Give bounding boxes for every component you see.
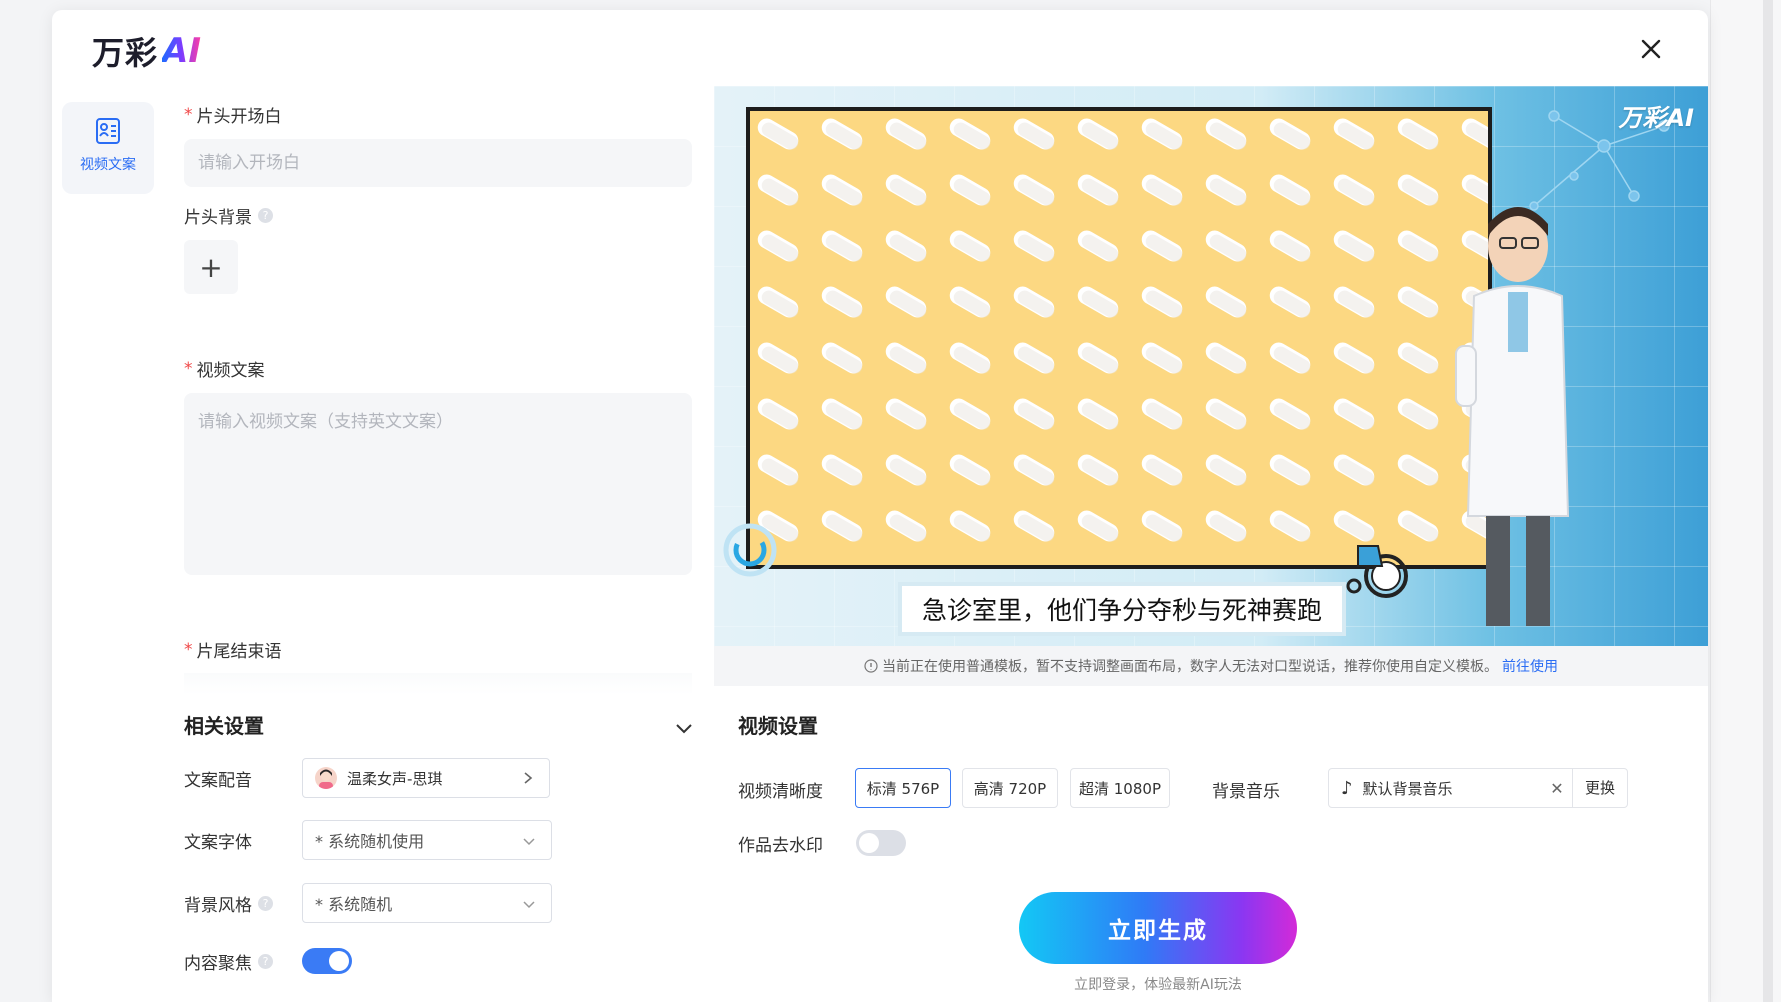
remove-watermark-toggle[interactable] <box>856 830 906 856</box>
font-value: * 系统随机使用 <box>315 832 425 851</box>
change-music-button[interactable]: 更换 <box>1571 768 1627 808</box>
chevron-right-icon <box>524 772 533 784</box>
voice-label: 文案配音 <box>184 770 252 791</box>
related-settings-title: 相关设置 <box>184 714 264 738</box>
help-icon[interactable]: ? <box>258 953 273 969</box>
focus-label-text: 内容聚焦 <box>184 953 252 974</box>
font-select[interactable]: * 系统随机使用 <box>302 820 552 860</box>
music-value: 默认背景音乐 <box>1362 779 1453 798</box>
related-settings: 相关设置 文案配音 温柔女声-思琪 文案字体 * 系统随机使用 背景风格? * … <box>184 710 702 974</box>
bg-style-row: 背景风格? * 系统随机 <box>184 883 552 923</box>
voice-value: 温柔女声-思琪 <box>347 769 443 788</box>
bg-style-label-text: 背景风格 <box>184 895 252 916</box>
script-label: * 视频文案 <box>184 356 692 382</box>
create-video-modal: 万彩 AI 视频文案 * 片头开场白 请输入开场白 片头背景? + * 视频文案 请… <box>52 10 1708 1002</box>
ending-label: * 片尾结束语 <box>184 637 692 663</box>
quality-option-576p[interactable]: 标清 576P <box>855 768 951 808</box>
info-icon <box>864 659 878 673</box>
bg-style-value: * 系统随机 <box>315 895 393 914</box>
quality-row: 视频清晰度 标清 576P 高清 720P 超清 1080P 背景音乐 ♪ 默认… <box>738 768 1698 808</box>
logo-text: 万彩 <box>92 34 159 72</box>
required-mark: * <box>184 358 193 379</box>
chevron-down-icon <box>523 838 535 846</box>
voice-select[interactable]: 温柔女声-思琪 <box>302 758 550 798</box>
close-button[interactable] <box>1634 32 1668 66</box>
content-focus-toggle[interactable] <box>302 948 352 974</box>
help-icon[interactable]: ? <box>258 208 273 223</box>
font-row: 文案字体 * 系统随机使用 <box>184 820 552 860</box>
sidenav-item-video-script[interactable]: 视频文案 <box>62 102 154 194</box>
logo-ai: AI <box>162 31 201 71</box>
doctor-avatar <box>1455 207 1570 626</box>
bg-style-label: 背景风格? <box>184 891 302 916</box>
music-label: 背景音乐 <box>1212 782 1280 802</box>
notice-text: 当前正在使用普通模板，暂不支持调整画面布局，数字人无法对口型说话，推荐你使用自定… <box>882 659 1498 675</box>
script-textarea[interactable]: 请输入视频文案（支持英文文案） <box>184 393 692 575</box>
generate-button[interactable]: 立即生成 <box>1019 892 1297 964</box>
music-note-icon: ♪ <box>1341 777 1353 799</box>
opening-bg-label: 片头背景? <box>184 203 692 228</box>
app-logo: 万彩 AI <box>92 28 201 74</box>
help-icon[interactable]: ? <box>258 895 273 911</box>
close-icon <box>1641 39 1661 59</box>
sidenav-label: 视频文案 <box>80 157 136 173</box>
wheelchair-icon <box>1346 545 1408 598</box>
opening-bg-label-text: 片头背景 <box>184 208 252 228</box>
focus-row: 内容聚焦? <box>184 948 352 974</box>
login-hint[interactable]: 立即登录，体验最新AI玩法 <box>1019 974 1297 994</box>
toggle-knob <box>329 951 349 971</box>
preview-caption: 急诊室里，他们争分夺秒与死神赛跑 <box>898 582 1346 636</box>
font-label: 文案字体 <box>184 832 252 853</box>
video-preview: 万彩AI 急诊室里，他们争分夺秒与死神赛跑 <box>714 86 1708 646</box>
focus-label: 内容聚焦? <box>184 949 302 974</box>
ending-label-text: 片尾结束语 <box>196 642 282 662</box>
opening-label-text: 片头开场白 <box>196 107 282 127</box>
add-opening-bg-button[interactable]: + <box>184 240 238 294</box>
chevron-down-icon[interactable] <box>674 718 694 738</box>
template-notice: 当前正在使用普通模板，暂不支持调整画面布局，数字人无法对口型说话，推荐你使用自定… <box>714 646 1708 686</box>
form-scroll-fade <box>184 673 692 695</box>
chevron-down-icon <box>523 901 535 909</box>
watermark-row: 作品去水印 <box>738 830 906 856</box>
page-scrollbar[interactable] <box>1763 0 1773 1002</box>
loading-ring-icon <box>723 523 777 577</box>
opening-input[interactable]: 请输入开场白 <box>184 139 692 187</box>
music-picker[interactable]: ♪ 默认背景音乐 ✕ 更换 <box>1328 768 1628 808</box>
video-settings-title: 视频设置 <box>738 714 818 738</box>
clear-music-icon[interactable]: ✕ <box>1542 779 1572 798</box>
document-person-icon <box>96 118 120 144</box>
pills-illustration <box>750 111 1488 565</box>
toggle-knob <box>859 833 879 853</box>
watermark-label: 作品去水印 <box>738 835 823 856</box>
bg-style-select[interactable]: * 系统随机 <box>302 883 552 923</box>
quality-option-1080p[interactable]: 超清 1080P <box>1070 768 1170 808</box>
required-mark: * <box>184 639 193 660</box>
video-frame <box>746 107 1492 569</box>
voice-avatar <box>315 767 337 789</box>
notice-link[interactable]: 前往使用 <box>1502 656 1558 676</box>
preview-watermark: 万彩AI <box>1618 104 1694 132</box>
opening-label: * 片头开场白 <box>184 102 692 128</box>
quality-option-720p[interactable]: 高清 720P <box>962 768 1058 808</box>
script-label-text: 视频文案 <box>196 361 265 381</box>
video-settings: 视频设置 视频清晰度 标清 576P 高清 720P 超清 1080P 背景音乐… <box>738 710 1698 856</box>
script-form: * 片头开场白 请输入开场白 片头背景? + * 视频文案 请输入视频文案（支持英文… <box>184 102 692 662</box>
required-mark: * <box>184 104 193 125</box>
voice-row: 文案配音 温柔女声-思琪 <box>184 758 550 798</box>
quality-label: 视频清晰度 <box>738 782 823 802</box>
